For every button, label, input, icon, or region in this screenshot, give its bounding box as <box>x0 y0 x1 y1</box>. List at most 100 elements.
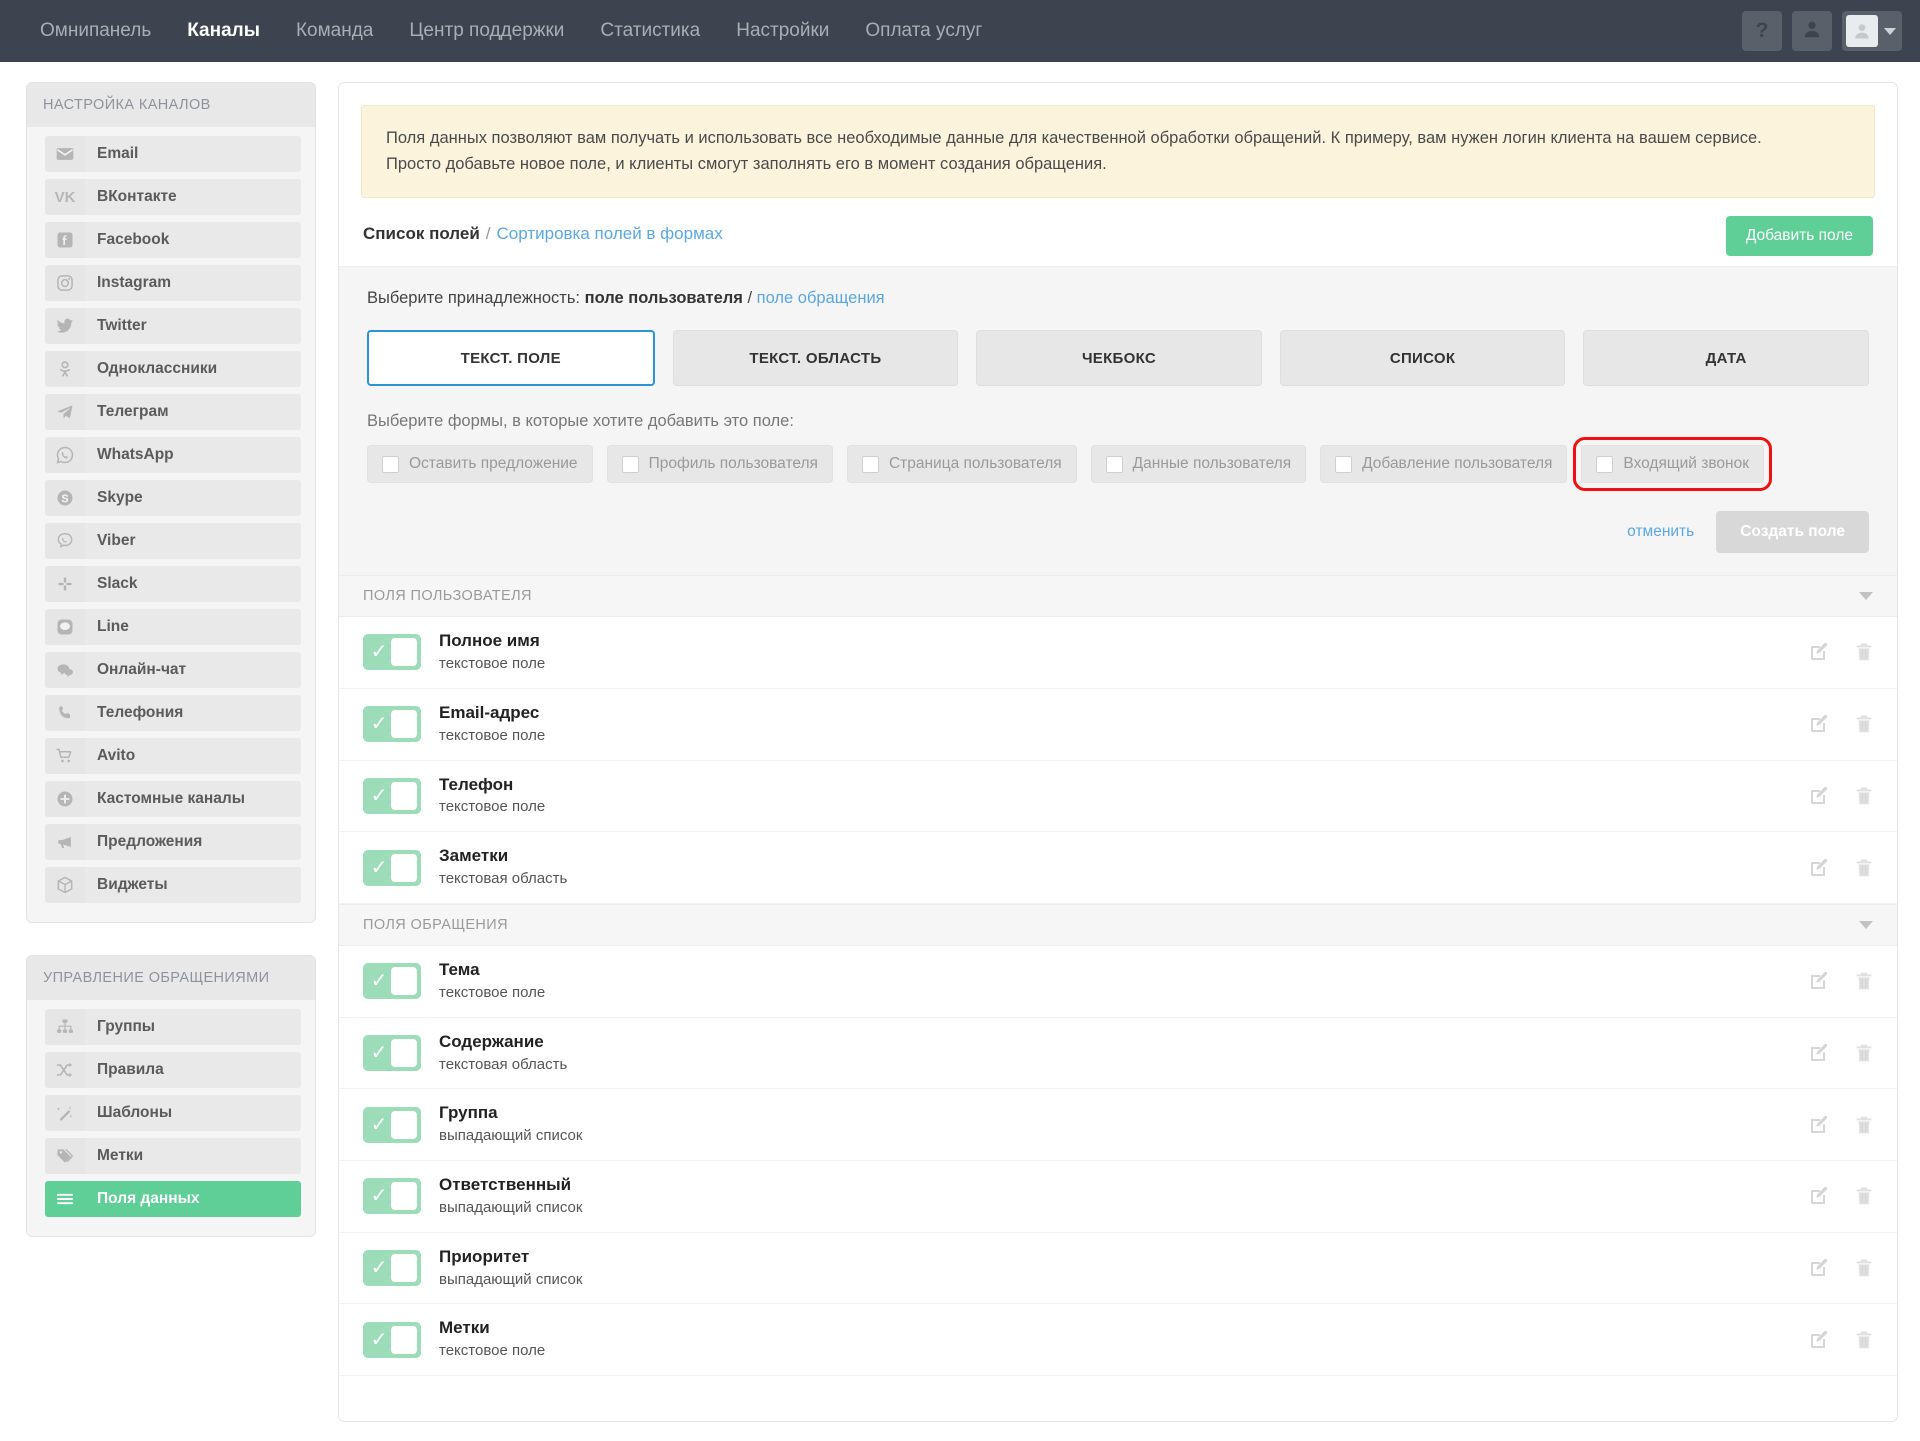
field-info: Заметкитекстовая область <box>439 845 567 890</box>
breadcrumb-link-sorting[interactable]: Сортировка полей в формах <box>497 224 723 244</box>
field-type-button-1[interactable]: ТЕКСТ. ОБЛАСТЬ <box>673 330 959 386</box>
edit-icon[interactable] <box>1807 784 1831 808</box>
field-enable-toggle[interactable]: ✓ <box>363 1178 421 1214</box>
field-info: Телефонтекстовое поле <box>439 774 545 819</box>
nav-item-3[interactable]: Центр поддержки <box>391 0 582 62</box>
field-enable-toggle[interactable]: ✓ <box>363 1035 421 1071</box>
form-chip-3[interactable]: Данные пользователя <box>1091 445 1306 483</box>
chevron-down-icon[interactable] <box>1859 592 1873 600</box>
field-type-button-4[interactable]: ДАТА <box>1583 330 1869 386</box>
sidebar-item-виджеты[interactable]: Виджеты <box>45 867 301 903</box>
trash-icon[interactable] <box>1853 1329 1875 1351</box>
sidebar-item-slack[interactable]: Slack <box>45 566 301 602</box>
sidebar-item-label: Slack <box>85 566 301 602</box>
trash-icon[interactable] <box>1853 1114 1875 1136</box>
nav-item-4[interactable]: Статистика <box>582 0 718 62</box>
edit-icon[interactable] <box>1807 1328 1831 1352</box>
ownership-link-ticket-field[interactable]: поле обращения <box>757 289 885 307</box>
sidebar-item-avito[interactable]: Avito <box>45 738 301 774</box>
form-chip-4[interactable]: Добавление пользователя <box>1320 445 1567 483</box>
nav-item-1[interactable]: Каналы <box>169 0 278 62</box>
edit-icon[interactable] <box>1807 969 1831 993</box>
sidebar-item-instagram[interactable]: Instagram <box>45 265 301 301</box>
create-field-button[interactable]: Создать поле <box>1716 511 1869 553</box>
form-chip-0[interactable]: Оставить предложение <box>367 445 593 483</box>
checkbox-icon[interactable] <box>1335 456 1352 473</box>
sidebar-item-телефония[interactable]: Телефония <box>45 695 301 731</box>
field-enable-toggle[interactable]: ✓ <box>363 963 421 999</box>
sidebar-item-шаблоны[interactable]: Шаблоны <box>45 1095 301 1131</box>
help-button[interactable]: ? <box>1742 11 1782 51</box>
sidebar-item-предложения[interactable]: Предложения <box>45 824 301 860</box>
form-chip-2[interactable]: Страница пользователя <box>847 445 1077 483</box>
sidebar-item-viber[interactable]: Viber <box>45 523 301 559</box>
edit-icon[interactable] <box>1807 1041 1831 1065</box>
trash-icon[interactable] <box>1853 641 1875 663</box>
sidebar-item-одноклассники[interactable]: Одноклассники <box>45 351 301 387</box>
sidebar-item-онлайн-чат[interactable]: Онлайн-чат <box>45 652 301 688</box>
edit-icon[interactable] <box>1807 1184 1831 1208</box>
row-actions <box>1807 1328 1875 1352</box>
checkbox-icon[interactable] <box>382 456 399 473</box>
edit-icon[interactable] <box>1807 640 1831 664</box>
checkbox-icon[interactable] <box>1596 456 1613 473</box>
chevron-down-icon[interactable] <box>1859 921 1873 929</box>
sidebar-item-email[interactable]: Email <box>45 136 301 172</box>
field-group-header-1[interactable]: ПОЛЯ ОБРАЩЕНИЯ <box>339 904 1897 946</box>
account-button[interactable] <box>1792 11 1832 51</box>
sidebar-item-правила[interactable]: Правила <box>45 1052 301 1088</box>
checkbox-icon[interactable] <box>862 456 879 473</box>
form-chip-5[interactable]: Входящий звонок <box>1581 445 1764 483</box>
sidebar-item-метки[interactable]: Метки <box>45 1138 301 1174</box>
add-field-button[interactable]: Добавить поле <box>1726 216 1873 256</box>
field-enable-toggle[interactable]: ✓ <box>363 706 421 742</box>
odnoklassniki-icon <box>45 351 85 387</box>
field-enable-toggle[interactable]: ✓ <box>363 850 421 886</box>
field-type-button-0[interactable]: ТЕКСТ. ПОЛЕ <box>367 330 655 386</box>
row-actions <box>1807 784 1875 808</box>
nav-item-6[interactable]: Оплата услуг <box>847 0 1000 62</box>
form-chip-1[interactable]: Профиль пользователя <box>607 445 833 483</box>
field-enable-toggle[interactable]: ✓ <box>363 1322 421 1358</box>
field-group-header-0[interactable]: ПОЛЯ ПОЛЬЗОВАТЕЛЯ <box>339 575 1897 617</box>
edit-icon[interactable] <box>1807 712 1831 736</box>
sidebar-item-label: Телефония <box>85 695 301 731</box>
edit-icon[interactable] <box>1807 1256 1831 1280</box>
trash-icon[interactable] <box>1853 857 1875 879</box>
check-icon: ✓ <box>367 642 391 662</box>
ownership-selected[interactable]: поле пользователя <box>585 289 743 307</box>
trash-icon[interactable] <box>1853 970 1875 992</box>
sidebar-item-skype[interactable]: Skype <box>45 480 301 516</box>
sidebar-item-facebook[interactable]: Facebook <box>45 222 301 258</box>
edit-icon[interactable] <box>1807 856 1831 880</box>
sidebar-item-поля-данных[interactable]: Поля данных <box>45 1181 301 1217</box>
trash-icon[interactable] <box>1853 785 1875 807</box>
field-type-button-3[interactable]: СПИСОК <box>1280 330 1566 386</box>
field-enable-toggle[interactable]: ✓ <box>363 1107 421 1143</box>
trash-icon[interactable] <box>1853 1257 1875 1279</box>
sidebar-item-line[interactable]: Line <box>45 609 301 645</box>
main-nav: ОмнипанельКаналыКомандаЦентр поддержкиСт… <box>22 0 1000 62</box>
sidebar-item-телеграм[interactable]: Телеграм <box>45 394 301 430</box>
nav-item-2[interactable]: Команда <box>278 0 391 62</box>
field-enable-toggle[interactable]: ✓ <box>363 634 421 670</box>
trash-icon[interactable] <box>1853 1185 1875 1207</box>
sidebar-item-вконтакте[interactable]: VKВКонтакте <box>45 179 301 215</box>
field-type-button-2[interactable]: ЧЕКБОКС <box>976 330 1262 386</box>
nav-item-0[interactable]: Омнипанель <box>22 0 169 62</box>
sidebar-item-группы[interactable]: Группы <box>45 1009 301 1045</box>
user-menu[interactable] <box>1842 11 1902 51</box>
nav-item-5[interactable]: Настройки <box>718 0 847 62</box>
trash-icon[interactable] <box>1853 713 1875 735</box>
trash-icon[interactable] <box>1853 1042 1875 1064</box>
edit-icon[interactable] <box>1807 1113 1831 1137</box>
sidebar-item-twitter[interactable]: Twitter <box>45 308 301 344</box>
checkbox-icon[interactable] <box>1106 456 1123 473</box>
sidebar-item-whatsapp[interactable]: WhatsApp <box>45 437 301 473</box>
field-enable-toggle[interactable]: ✓ <box>363 1250 421 1286</box>
cancel-link[interactable]: отменить <box>1627 523 1694 541</box>
checkbox-icon[interactable] <box>622 456 639 473</box>
field-enable-toggle[interactable]: ✓ <box>363 778 421 814</box>
sidebar-item-кастомные-каналы[interactable]: Кастомные каналы <box>45 781 301 817</box>
field-info: Ответственныйвыпадающий список <box>439 1174 582 1219</box>
